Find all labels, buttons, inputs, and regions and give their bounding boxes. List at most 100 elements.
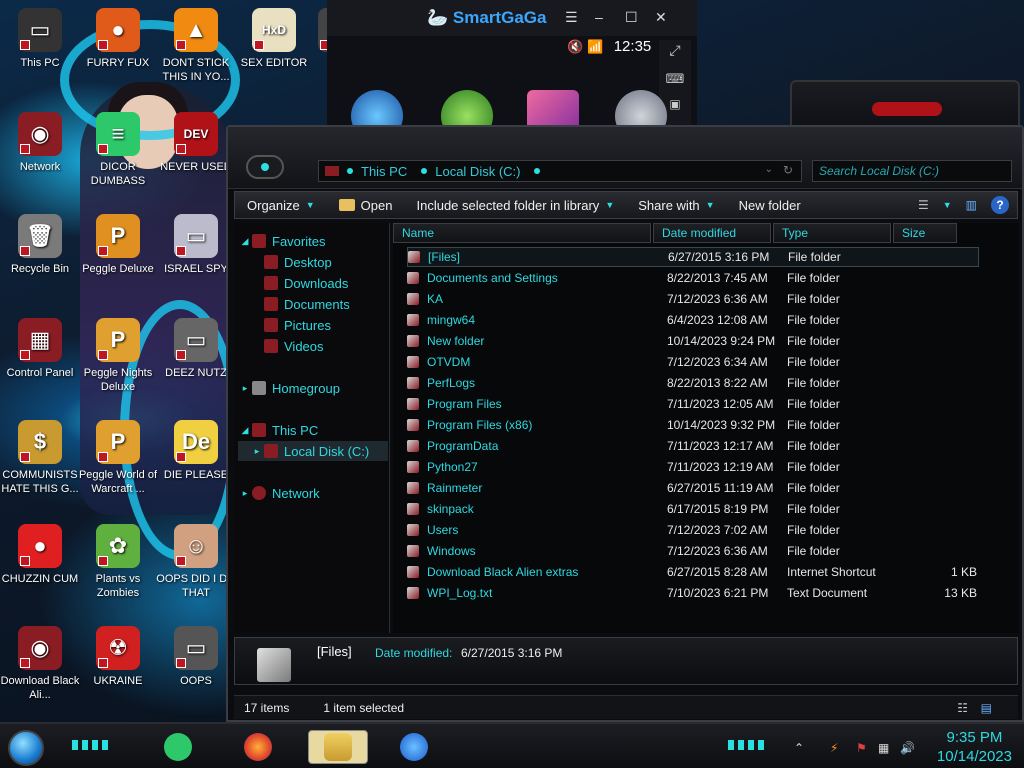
desktop-icon-item[interactable]: ▭ OOPS bbox=[156, 626, 236, 688]
column-name[interactable]: Name bbox=[393, 223, 651, 243]
view-options-icon[interactable]: ☰ bbox=[918, 198, 929, 212]
taskbar-evernote[interactable] bbox=[148, 730, 208, 764]
help-icon[interactable]: ? bbox=[991, 196, 1009, 214]
open-button[interactable]: Open bbox=[327, 198, 405, 213]
table-row[interactable]: KA 7/12/2023 6:36 AM File folder bbox=[407, 289, 979, 309]
table-row[interactable]: Windows 7/12/2023 6:36 AM File folder bbox=[407, 541, 979, 561]
taskbar-file-explorer[interactable] bbox=[308, 730, 368, 764]
nav-homegroup[interactable]: ▸ Homegroup bbox=[238, 378, 340, 398]
desktop-icon-item[interactable]: ▭ This PC bbox=[0, 8, 80, 70]
nav-pictures[interactable]: Pictures bbox=[264, 315, 331, 335]
file-name-cell: OTVDM bbox=[407, 355, 667, 369]
status-bar: 17 items 1 item selected ☷ ▤ bbox=[234, 695, 1018, 719]
smartgaga-window[interactable]: 🦢 SmartGaGa ☰ – ☐ ✕ 🔇 📶 12:35 ⤢ ⌨ ▣ bbox=[327, 0, 697, 142]
search-input[interactable]: Search Local Disk (C:) bbox=[812, 160, 1012, 182]
column-type[interactable]: Type bbox=[773, 223, 891, 243]
show-hidden-icons-icon[interactable]: ⌃ bbox=[794, 741, 808, 755]
table-row[interactable]: OTVDM 7/12/2023 6:34 AM File folder bbox=[407, 352, 979, 372]
taskbar-clock[interactable]: 9:35 PM 10/14/2023 bbox=[937, 728, 1012, 766]
table-row[interactable]: WPI_Log.txt 7/10/2023 6:21 PM Text Documen… bbox=[407, 583, 979, 603]
fullscreen-icon[interactable]: ⤢ bbox=[659, 42, 691, 59]
desktop-icon-item[interactable]: De DIE PLEASE bbox=[156, 420, 236, 482]
desktop-icon-item[interactable]: ▲ DONT STICK THIS IN YO... bbox=[156, 8, 236, 84]
table-row[interactable]: skinpack 6/17/2015 8:19 PM File folder bbox=[407, 499, 979, 519]
nav-videos[interactable]: Videos bbox=[264, 336, 324, 356]
table-row[interactable]: Download Black Alien extras 6/27/2015 8:2… bbox=[407, 562, 979, 582]
column-date-modified[interactable]: Date modified bbox=[653, 223, 771, 243]
desktop-icon-item[interactable]: DEV NEVER USED bbox=[156, 112, 236, 174]
table-row[interactable]: [Files] 6/27/2015 3:16 PM File folder bbox=[407, 247, 979, 267]
taskbar-smartgaga[interactable] bbox=[384, 730, 444, 764]
desktop-shortcut-icon: $ bbox=[18, 420, 62, 464]
desktop-icon-item[interactable]: P Peggle Deluxe bbox=[78, 214, 158, 276]
network-status-icon[interactable]: ▦ bbox=[878, 741, 892, 755]
table-row[interactable]: Documents and Settings 8/22/2013 7:45 AM F… bbox=[407, 268, 979, 288]
table-row[interactable]: Program Files 7/11/2023 12:05 AM File fold… bbox=[407, 394, 979, 414]
organize-button[interactable]: Organize ▼ bbox=[235, 198, 327, 213]
table-row[interactable]: mingw64 6/4/2023 12:08 AM File folder bbox=[407, 310, 979, 330]
videos-icon bbox=[264, 339, 278, 353]
share-with-button[interactable]: Share with ▼ bbox=[626, 198, 726, 213]
address-bar[interactable]: This PC Local Disk (C:) ⌄ ↻ bbox=[318, 160, 802, 182]
nav-this-pc[interactable]: ◢ This PC bbox=[238, 420, 319, 440]
close-button[interactable]: ✕ bbox=[655, 9, 667, 26]
breadcrumb-local-disk[interactable]: Local Disk (C:) bbox=[435, 164, 520, 179]
chevron-down-icon[interactable]: ⌄ bbox=[765, 164, 773, 175]
desktop-icon-item[interactable]: P Peggle Nights Deluxe bbox=[78, 318, 158, 394]
desktop-icon-label: DICOR DUMBASS bbox=[90, 161, 146, 187]
desktop-icon-item[interactable]: ≡ DICOR DUMBASS bbox=[78, 112, 158, 188]
large-icons-view-icon[interactable]: ▤ bbox=[981, 701, 992, 715]
table-row[interactable]: Program Files (x86) 10/14/2023 9:32 PM Fil… bbox=[407, 415, 979, 435]
desktop-shortcut-icon: ▭ bbox=[174, 214, 218, 258]
taskbar-firefox[interactable] bbox=[228, 730, 288, 764]
nav-desktop[interactable]: Desktop bbox=[264, 252, 332, 272]
file-name-text: [Files] bbox=[428, 250, 461, 264]
nav-local-disk[interactable]: ▸ Local Disk (C:) bbox=[238, 441, 388, 461]
desktop-icon-item[interactable]: $ COMMUNISTS HATE THIS G... bbox=[0, 420, 80, 496]
nav-favorites[interactable]: ◢ Favorites bbox=[238, 231, 326, 251]
table-row[interactable]: Rainmeter 6/27/2015 11:19 AM File folder bbox=[407, 478, 979, 498]
desktop-icon-item[interactable]: ✿ Plants vs Zombies bbox=[78, 524, 158, 600]
nav-downloads[interactable]: Downloads bbox=[264, 273, 348, 293]
preview-pane-icon[interactable]: ▥ bbox=[966, 198, 977, 212]
column-size[interactable]: Size bbox=[893, 223, 957, 243]
volume-icon[interactable]: 🔊 bbox=[900, 741, 915, 755]
include-in-library-button[interactable]: Include selected folder in library ▼ bbox=[404, 198, 626, 213]
smartgaga-titlebar[interactable]: 🦢 SmartGaGa ☰ – ☐ ✕ bbox=[327, 0, 697, 36]
desktop-icon-item[interactable]: ☺ OOPS DID I DO THAT bbox=[156, 524, 236, 600]
chevron-down-icon[interactable]: ▼ bbox=[943, 200, 952, 210]
desktop-icon-item[interactable]: ◉ Download Black Ali... bbox=[0, 626, 80, 702]
desktop-icon-item[interactable]: P Peggle World of Warcraft ... bbox=[78, 420, 158, 496]
table-row[interactable]: ProgramData 7/11/2023 12:17 AM File folder bbox=[407, 436, 979, 456]
nav-documents[interactable]: Documents bbox=[264, 294, 350, 314]
keyboard-icon[interactable]: ⌨ bbox=[659, 71, 691, 87]
back-forward-button[interactable] bbox=[246, 155, 284, 179]
file-explorer-window[interactable]: This PC Local Disk (C:) ⌄ ↻ Search Local… bbox=[226, 125, 1024, 722]
maximize-button[interactable]: ☐ bbox=[625, 9, 638, 26]
start-button[interactable] bbox=[8, 730, 44, 766]
breadcrumb-this-pc[interactable]: This PC bbox=[361, 164, 407, 179]
tray-flag-icon[interactable]: ⚑ bbox=[856, 741, 870, 755]
mute-icon: 🔇 bbox=[567, 39, 584, 54]
command-bar: Organize ▼ Open Include selected folder … bbox=[234, 191, 1018, 219]
menu-icon[interactable]: ☰ bbox=[565, 9, 578, 26]
desktop-icon-item[interactable]: ☢ UKRAINE bbox=[78, 626, 158, 688]
table-row[interactable]: Python27 7/11/2023 12:19 AM File folder bbox=[407, 457, 979, 477]
desktop-icon-item[interactable]: ● CHUZZIN CUM bbox=[0, 524, 80, 586]
details-view-icon[interactable]: ☷ bbox=[957, 701, 968, 715]
desktop-icon-item[interactable]: 🗑 Recycle Bin bbox=[0, 214, 80, 276]
desktop-icon-item[interactable]: ▭ ISRAEL SPY bbox=[156, 214, 236, 276]
table-row[interactable]: Users 7/12/2023 7:02 AM File folder bbox=[407, 520, 979, 540]
new-folder-button[interactable]: New folder bbox=[727, 198, 813, 213]
table-row[interactable]: PerfLogs 8/22/2013 8:22 AM File folder bbox=[407, 373, 979, 393]
desktop-icon-item[interactable]: ◉ Network bbox=[0, 112, 80, 174]
table-row[interactable]: New folder 10/14/2023 9:24 PM File folder bbox=[407, 331, 979, 351]
desktop-icon-item[interactable]: ● FURRY FUX bbox=[78, 8, 158, 70]
tray-app-icon[interactable]: ⚡ bbox=[830, 741, 844, 755]
nav-network[interactable]: ▸ Network bbox=[238, 483, 320, 503]
refresh-icon[interactable]: ↻ bbox=[783, 163, 793, 177]
desktop-icon-item[interactable]: ▭ DEEZ NUTZ bbox=[156, 318, 236, 380]
desktop-icon-item[interactable]: ▦ Control Panel bbox=[0, 318, 80, 380]
minimize-button[interactable]: – bbox=[595, 9, 603, 25]
file-name-cell: Program Files bbox=[407, 397, 667, 411]
